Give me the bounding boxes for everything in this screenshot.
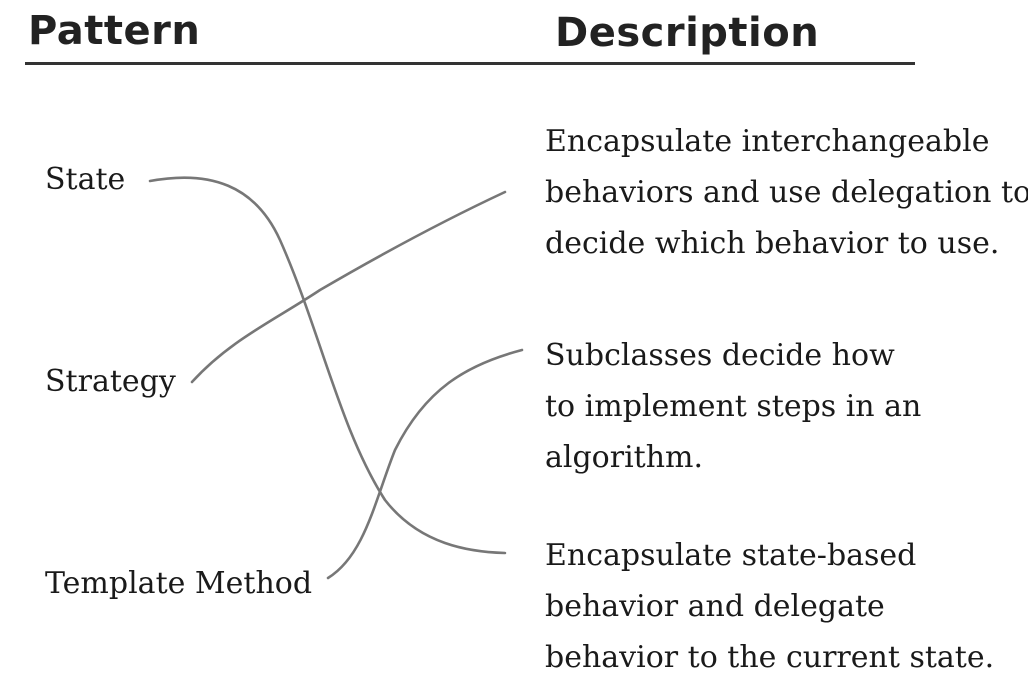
description-line: behavior and delegate xyxy=(545,589,885,624)
pattern-template-method: Template Method xyxy=(45,566,313,601)
description-line: Encapsulate state-based xyxy=(545,538,917,573)
description-line: decide which behavior to use. xyxy=(545,226,1000,261)
description-line: algorithm. xyxy=(545,440,704,475)
description-line: Subclasses decide how xyxy=(545,338,895,373)
description-strategy: Encapsulate interchangeable behaviors an… xyxy=(545,116,1028,269)
description-line: behaviors and use delegation to xyxy=(545,175,1028,210)
description-template-method: Subclasses decide how to implement steps… xyxy=(545,330,1015,483)
description-line: Encapsulate interchangeable xyxy=(545,124,990,159)
connector-state-to-state-description xyxy=(148,176,507,555)
description-state: Encapsulate state-based behavior and del… xyxy=(545,530,1015,683)
connector-strategy-to-strategy-description xyxy=(190,190,507,384)
description-line: behavior to the current state. xyxy=(545,640,995,675)
pattern-strategy: Strategy xyxy=(45,364,176,399)
description-line: to implement steps in an xyxy=(545,389,922,424)
connector-template-method-to-template-description xyxy=(326,348,524,580)
pattern-state: State xyxy=(45,162,126,197)
